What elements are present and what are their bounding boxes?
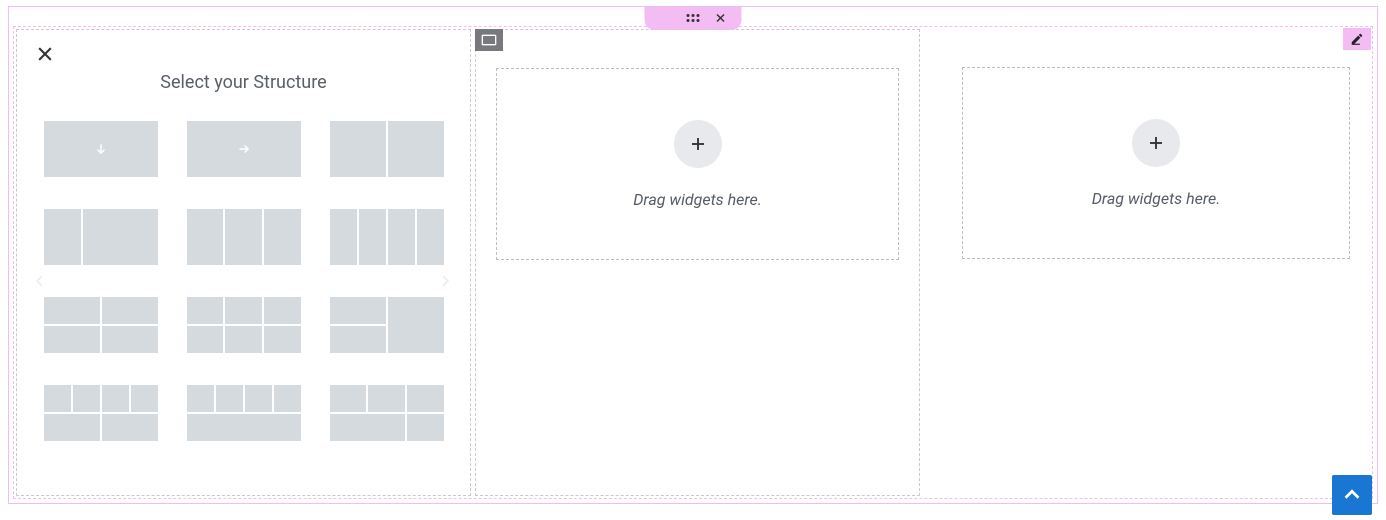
- dropzone-hint: Drag widgets here.: [1092, 189, 1221, 208]
- section-inner: Select your Structure: [13, 26, 1373, 499]
- widget-dropzone[interactable]: Drag widgets here.: [496, 68, 899, 260]
- close-section-button[interactable]: [714, 11, 728, 25]
- scroll-to-top-button[interactable]: [1332, 475, 1372, 515]
- structure-cell: [44, 385, 71, 412]
- add-section-button[interactable]: [659, 11, 673, 25]
- structure-cell: [44, 121, 158, 177]
- structure-cell: [44, 297, 100, 324]
- structure-grid: [35, 121, 452, 441]
- structure-cell: [102, 297, 158, 324]
- plus-icon: [1147, 134, 1165, 152]
- structure-cell: [359, 209, 386, 265]
- structure-option[interactable]: [330, 385, 444, 441]
- structure-cell: [330, 326, 386, 353]
- structure-cell: [187, 326, 224, 353]
- dropzone-hint: Drag widgets here.: [633, 190, 762, 209]
- structure-cell: [264, 326, 301, 353]
- structure-cell: [417, 209, 444, 265]
- structure-cell: [330, 297, 386, 324]
- add-widget-button[interactable]: [674, 120, 722, 168]
- structure-cell: [264, 297, 301, 324]
- structure-cell: [274, 385, 301, 412]
- widget-dropzone[interactable]: Drag widgets here.: [962, 67, 1350, 259]
- structure-option[interactable]: [330, 121, 444, 177]
- structure-cell: [330, 414, 405, 441]
- structure-cell: [102, 414, 158, 441]
- structure-cell: [102, 326, 158, 353]
- structure-cell: [44, 326, 100, 353]
- structure-cell: [407, 414, 444, 441]
- structure-cell: [225, 209, 262, 265]
- structure-option[interactable]: [187, 297, 301, 353]
- structure-cell: [225, 326, 262, 353]
- structure-option[interactable]: [330, 297, 444, 353]
- structure-cell: [187, 297, 224, 324]
- structure-cell: [407, 385, 444, 412]
- structure-option[interactable]: [187, 121, 301, 177]
- structure-cell: [187, 209, 224, 265]
- structure-cell: [216, 385, 243, 412]
- structure-cell: [187, 121, 301, 177]
- add-widget-button[interactable]: [1132, 119, 1180, 167]
- structure-next-button[interactable]: [436, 265, 454, 297]
- plus-icon: [689, 135, 707, 153]
- structure-panel: Select your Structure: [16, 29, 471, 496]
- structure-prev-button[interactable]: [31, 265, 49, 297]
- structure-cell: [388, 121, 444, 177]
- structure-cell: [368, 385, 405, 412]
- close-structure-panel-button[interactable]: [33, 42, 57, 66]
- structure-cell: [73, 385, 100, 412]
- drag-handle-icon[interactable]: [687, 14, 700, 22]
- section-toolbar: [645, 6, 742, 30]
- structure-cell: [330, 209, 357, 265]
- structure-cell: [44, 414, 100, 441]
- chevron-up-icon: [1341, 484, 1363, 506]
- editor-column[interactable]: Drag widgets here.: [942, 29, 1370, 496]
- structure-cell: [388, 297, 444, 353]
- structure-cell: [330, 121, 386, 177]
- structure-option[interactable]: [44, 297, 158, 353]
- edit-column-button[interactable]: [1343, 28, 1371, 50]
- column-icon: [481, 34, 497, 46]
- edit-icon: [1350, 32, 1364, 46]
- structure-cell: [187, 414, 301, 441]
- structure-option[interactable]: [187, 385, 301, 441]
- structure-cell: [83, 209, 158, 265]
- structure-cell: [131, 385, 158, 412]
- editor-column[interactable]: Drag widgets here.: [475, 29, 920, 496]
- structure-cell: [102, 385, 129, 412]
- section-outline: Select your Structure: [8, 6, 1378, 504]
- structure-option[interactable]: [330, 209, 444, 265]
- structure-option[interactable]: [44, 209, 158, 265]
- column-handle-button[interactable]: [475, 29, 503, 51]
- structure-cell: [44, 209, 81, 265]
- structure-option[interactable]: [187, 209, 301, 265]
- structure-cell: [388, 209, 415, 265]
- structure-cell: [225, 297, 262, 324]
- structure-cell: [187, 385, 214, 412]
- structure-option[interactable]: [44, 385, 158, 441]
- structure-cell: [245, 385, 272, 412]
- structure-panel-title: Select your Structure: [35, 72, 452, 93]
- structure-option[interactable]: [44, 121, 158, 177]
- structure-cell: [330, 385, 367, 412]
- structure-cell: [264, 209, 301, 265]
